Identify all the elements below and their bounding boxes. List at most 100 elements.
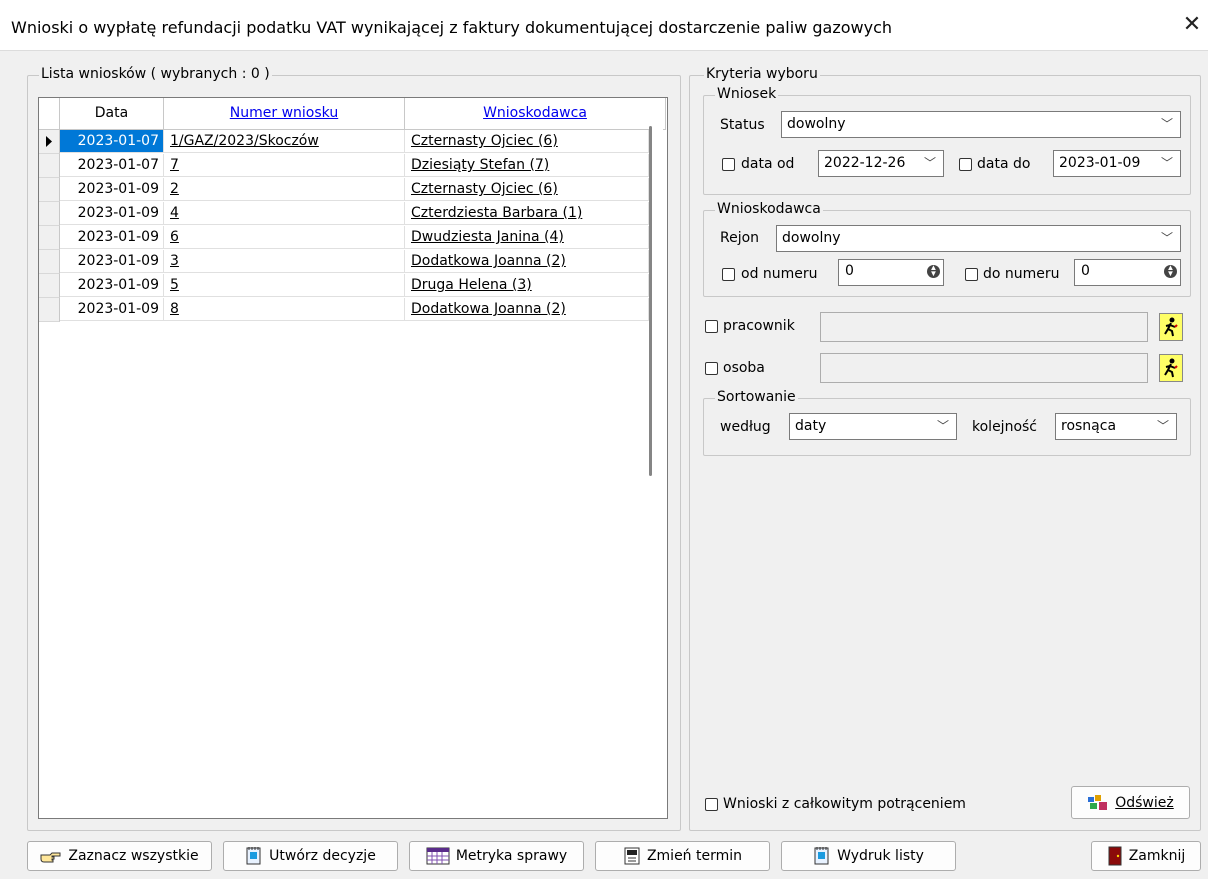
to-number-stepper[interactable]: 0 ▲ ▼ [1074,259,1181,286]
row-number-cell[interactable]: 6 [164,226,405,249]
sort-order-select[interactable]: rosnąca ﹀ [1055,413,1177,440]
refresh-button[interactable]: Odśwież [1071,786,1190,819]
row-date-cell[interactable]: 2023-01-07 [60,154,164,177]
title-bar: Wnioski o wypłatę refundacji podatku VAT… [0,0,1208,51]
chevron-down-icon: ﹀ [1160,156,1173,170]
create-decision-label: Utwórz decyzje [269,848,376,864]
from-number-stepper[interactable]: 0 ▲ ▼ [838,259,944,286]
column-header-applicant[interactable]: Wnioskodawca [405,98,666,130]
row-number-cell[interactable]: 1/GAZ/2023/Skoczów [164,130,405,153]
person-label: osoba [723,360,765,376]
row-date-cell[interactable]: 2023-01-09 [60,202,164,225]
region-select[interactable]: dowolny ﹀ [776,225,1181,252]
row-applicant-cell[interactable]: Czterdziesta Barbara (1) [405,202,649,225]
date-to-picker[interactable]: 2023-01-09 ﹀ [1053,150,1181,177]
requests-grid[interactable]: Data Numer wniosku Wnioskodawca 2023-01-… [38,97,668,819]
employee-field[interactable] [820,312,1148,342]
date-from-checkbox[interactable] [722,158,735,171]
from-number-checkbox[interactable] [722,268,735,281]
region-value: dowolny [782,230,841,246]
row-number-cell[interactable]: 4 [164,202,405,225]
row-date-cell[interactable]: 2023-01-09 [60,178,164,201]
row-applicant-cell[interactable]: Czternasty Ojciec (6) [405,178,649,201]
row-selector[interactable] [39,250,60,274]
row-applicant-cell[interactable]: Dodatkowa Joanna (2) [405,298,649,321]
select-all-button[interactable]: Zaznacz wszystkie [27,841,212,871]
refresh-label: Odśwież [1115,794,1174,811]
sort-order-value: rosnąca [1061,418,1117,434]
row-selector[interactable] [39,178,60,202]
applicant-subgroup-legend: Wnioskodawca [715,201,823,217]
full-deduction-checkbox[interactable] [705,798,718,811]
scrollbar-thumb[interactable] [649,126,652,476]
person-checkbox[interactable] [705,362,718,375]
row-selector[interactable] [39,154,60,178]
column-header-date[interactable]: Data [60,98,164,130]
change-deadline-label: Zmień termin [646,848,743,864]
row-number-cell[interactable]: 5 [164,274,405,297]
employee-label: pracownik [723,318,795,334]
row-date-cell[interactable]: 2023-01-09 [60,226,164,249]
close-label: Zamknij [1128,848,1186,864]
date-from-picker[interactable]: 2022-12-26 ﹀ [818,150,944,177]
runner-icon [1164,358,1178,378]
row-date-cell[interactable]: 2023-01-09 [60,250,164,273]
chevron-down-icon: ﹀ [1160,231,1173,245]
row-number-cell[interactable]: 2 [164,178,405,201]
request-subgroup [703,95,1191,195]
row-selector[interactable] [39,130,60,154]
row-number-cell[interactable]: 7 [164,154,405,177]
employee-checkbox[interactable] [705,320,718,333]
print-list-label: Wydruk listy [837,848,924,864]
row-date-cell[interactable]: 2023-01-07 [60,130,164,153]
case-record-button[interactable]: Metryka sprawy [409,841,584,871]
print-list-button[interactable]: Wydruk listy [781,841,956,871]
request-list-legend: Lista wniosków ( wybranych : 0 ) [39,66,272,82]
request-subgroup-legend: Wniosek [715,86,779,102]
row-date-cell[interactable]: 2023-01-09 [60,274,164,297]
row-applicant-cell[interactable]: Dziesiąty Stefan (7) [405,154,649,177]
row-number-cell[interactable]: 3 [164,250,405,273]
date-to-checkbox[interactable] [959,158,972,171]
status-select[interactable]: dowolny ﹀ [781,111,1181,138]
date-from-value: 2022-12-26 [824,155,906,171]
row-applicant-cell[interactable]: Druga Helena (3) [405,274,649,297]
sort-order-label: kolejność [972,419,1037,435]
from-number-value: 0 [845,263,854,279]
runner-icon [1164,317,1178,337]
spin-arrows-icon[interactable]: ▲ ▼ [927,264,940,278]
row-selector[interactable] [39,226,60,250]
door-icon [1108,846,1122,866]
spin-arrows-icon[interactable]: ▲ ▼ [1164,264,1177,278]
printer-icon [814,847,829,865]
close-button[interactable]: Zamknij [1091,841,1201,871]
select-all-label: Zaznacz wszystkie [68,848,199,864]
hand-point-icon [40,852,61,863]
change-deadline-button[interactable]: Zmień termin [595,841,770,871]
row-applicant-cell[interactable]: Dwudziesta Janina (4) [405,226,649,249]
row-date-cell[interactable]: 2023-01-09 [60,298,164,321]
person-pick-button[interactable] [1159,354,1183,382]
to-number-checkbox[interactable] [965,268,978,281]
sort-by-value: daty [795,418,827,434]
person-field[interactable] [820,353,1148,383]
row-applicant-cell[interactable]: Dodatkowa Joanna (2) [405,250,649,273]
chevron-down-icon: ﹀ [1160,117,1173,131]
row-selector[interactable] [39,274,60,298]
status-value: dowolny [787,116,846,132]
window-title: Wnioski o wypłatę refundacji podatku VAT… [11,18,893,37]
create-decision-button[interactable]: Utwórz decyzje [223,841,398,871]
current-row-arrow-icon [46,136,52,147]
criteria-legend: Kryteria wyboru [704,66,820,82]
column-header-number[interactable]: Numer wniosku [164,98,405,130]
row-applicant-cell[interactable]: Czternasty Ojciec (6) [405,130,649,153]
employee-pick-button[interactable] [1159,313,1183,341]
close-window-button[interactable]: ✕ [1180,13,1204,37]
row-number-cell[interactable]: 8 [164,298,405,321]
row-selector[interactable] [39,298,60,322]
sort-by-select[interactable]: daty ﹀ [789,413,957,440]
row-header-corner [39,98,60,130]
row-selector[interactable] [39,202,60,226]
refresh-icon [1088,794,1108,810]
to-number-value: 0 [1081,263,1090,279]
